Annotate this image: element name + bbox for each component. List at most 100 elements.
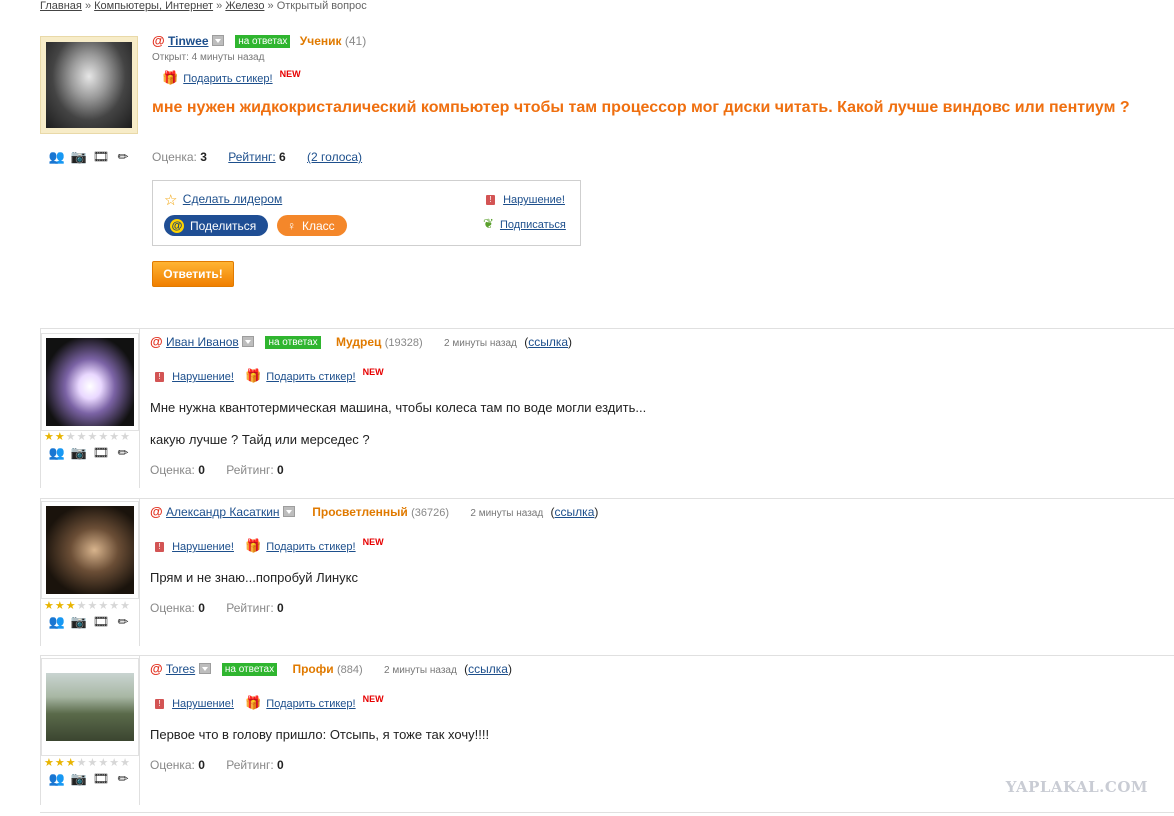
star-icon: ★ — [65, 600, 76, 612]
gift-icon: 🎁 — [245, 695, 262, 710]
question-action-box: ☆ Сделать лидером @ Поделиться ♀ Класс !… — [152, 180, 581, 246]
answer-left-border — [139, 655, 140, 805]
friend-icon[interactable]: 👥 — [48, 613, 66, 629]
answer-permalink[interactable]: ссылка — [528, 335, 568, 349]
score-label: Оценка: — [152, 150, 197, 164]
gift-sticker-link[interactable]: Подарить стикер! — [266, 371, 355, 383]
rating-link[interactable]: Рейтинг: — [228, 150, 275, 164]
question-report[interactable]: ! Нарушение! — [486, 194, 565, 206]
blog-icon[interactable]: ✏ — [114, 444, 132, 460]
subscribe-link[interactable]: Подписаться — [500, 219, 566, 231]
star-icon: ★ — [44, 757, 54, 769]
make-leader[interactable]: ☆ Сделать лидером — [164, 191, 282, 209]
mail-at-icon[interactable]: @ — [150, 504, 163, 519]
gift-sticker-link[interactable]: Подарить стикер! — [183, 73, 272, 85]
report-link[interactable]: Нарушение! — [503, 194, 565, 206]
star-icon: ★ — [87, 757, 98, 769]
star-icon: ★ — [98, 600, 109, 612]
mail-at-icon[interactable]: @ — [150, 661, 163, 676]
score-label: Оценка: — [150, 758, 195, 772]
star-icon: ★ — [44, 431, 54, 443]
blog-icon[interactable]: ✏ — [114, 770, 132, 786]
answer-author-name[interactable]: Александр Касаткин — [166, 505, 280, 519]
star-icon: ★ — [65, 757, 76, 769]
answer-link-wrap: (ссылка) — [464, 662, 512, 676]
blog-icon[interactable]: ✏ — [114, 148, 132, 164]
avatar-photo — [46, 338, 134, 426]
answer-author-name[interactable]: Иван Иванов — [166, 335, 239, 349]
breadcrumb-current: Открытый вопрос — [276, 0, 367, 12]
answer-author-avatar[interactable] — [41, 501, 139, 599]
rating-value: 0 — [277, 601, 284, 615]
photo-icon[interactable]: 📷 — [70, 444, 88, 460]
question-score-line: Оценка: 3 Рейтинг: 6 (2 голоса) — [152, 150, 362, 164]
share-button[interactable]: @ Поделиться — [164, 215, 269, 236]
star-icon: ★ — [54, 431, 65, 443]
breadcrumb: Главная » Компьютеры, Интернет » Железо … — [40, 0, 367, 12]
blog-icon[interactable]: ✏ — [114, 613, 132, 629]
answer-link-wrap: (ссылка) — [524, 335, 573, 349]
answer-text: Прям и не знаю...попробуй Линукс — [150, 570, 358, 585]
gift-sticker-link[interactable]: Подарить стикер! — [266, 541, 355, 553]
mail-at-icon[interactable]: @ — [152, 33, 165, 48]
on-answers-badge[interactable]: на ответах — [265, 336, 321, 350]
question-author-icons: 👥 📷 🎞 ✏ — [48, 148, 132, 164]
score-label: Оценка: — [150, 463, 195, 477]
answer-button[interactable]: Ответить! — [152, 261, 234, 287]
answer-separator — [40, 655, 1174, 656]
answer-author-name[interactable]: Tores — [166, 662, 195, 676]
odnoklassniki-button[interactable]: ♀ Класс — [277, 215, 347, 236]
rating-value: 6 — [279, 150, 286, 164]
chevron-down-icon[interactable] — [282, 506, 295, 518]
rank-points: (884) — [336, 664, 363, 676]
on-answers-badge[interactable]: на ответах — [235, 35, 291, 49]
klass-label: Класс — [302, 218, 335, 233]
chevron-down-icon[interactable] — [198, 663, 211, 675]
rank-name: Мудрец — [336, 335, 382, 349]
gift-sticker-link[interactable]: Подарить стикер! — [266, 698, 355, 710]
score-value: 0 — [198, 758, 205, 772]
answer-author-avatar[interactable] — [41, 658, 139, 756]
answer-permalink[interactable]: ссылка — [468, 662, 508, 676]
star-icon: ★ — [54, 600, 65, 612]
score-label: Оценка: — [150, 601, 195, 615]
question-author-name[interactable]: Tinwee — [168, 34, 208, 48]
answer-left-border — [139, 498, 140, 646]
friend-icon[interactable]: 👥 — [48, 770, 66, 786]
answer-text: Первое что в голову пришло: Отсыпь, я то… — [150, 727, 490, 742]
report-link[interactable]: Нарушение! — [172, 541, 234, 553]
make-leader-link[interactable]: Сделать лидером — [183, 192, 282, 206]
photo-icon[interactable]: 📷 — [70, 148, 88, 164]
photo-icon[interactable]: 📷 — [70, 613, 88, 629]
breadcrumb-subcategory[interactable]: Железо — [225, 0, 264, 12]
chevron-down-icon[interactable] — [242, 336, 255, 348]
gift-icon: 🎁 — [245, 368, 262, 383]
video-icon[interactable]: 🎞 — [92, 613, 110, 629]
gift-icon: 🎁 — [162, 70, 179, 85]
photo-icon[interactable]: 📷 — [70, 770, 88, 786]
video-icon[interactable]: 🎞 — [92, 770, 110, 786]
report-link[interactable]: Нарушение! — [172, 371, 234, 383]
report-link[interactable]: Нарушение! — [172, 698, 234, 710]
mail-at-icon[interactable]: @ — [150, 334, 163, 349]
breadcrumb-home[interactable]: Главная — [40, 0, 82, 12]
votes-link[interactable]: (2 голоса) — [307, 150, 362, 164]
answer-author-rank: Мудрец (19328) — [336, 335, 426, 349]
question-author-avatar[interactable] — [40, 36, 138, 134]
answer-permalink[interactable]: ссылка — [555, 505, 595, 519]
friend-icon[interactable]: 👥 — [48, 444, 66, 460]
video-icon[interactable]: 🎞 — [92, 444, 110, 460]
friend-icon[interactable]: 👥 — [48, 148, 66, 164]
star-icon: ★ — [109, 431, 120, 443]
gift-icon: 🎁 — [245, 538, 262, 553]
answer-author-avatar[interactable] — [41, 333, 139, 431]
question-subscribe[interactable]: ❦ Подписаться — [483, 216, 566, 232]
avatar-photo — [46, 673, 134, 741]
on-answers-badge[interactable]: на ответах — [221, 663, 278, 677]
star-icon: ★ — [120, 757, 130, 769]
video-icon[interactable]: 🎞 — [92, 148, 110, 164]
chevron-down-icon[interactable] — [211, 35, 224, 47]
breadcrumb-category[interactable]: Компьютеры, Интернет — [94, 0, 213, 12]
answer-author-line: @ Александр Касаткин Просветленный (3672… — [150, 504, 598, 519]
warning-icon: ! — [486, 195, 495, 206]
